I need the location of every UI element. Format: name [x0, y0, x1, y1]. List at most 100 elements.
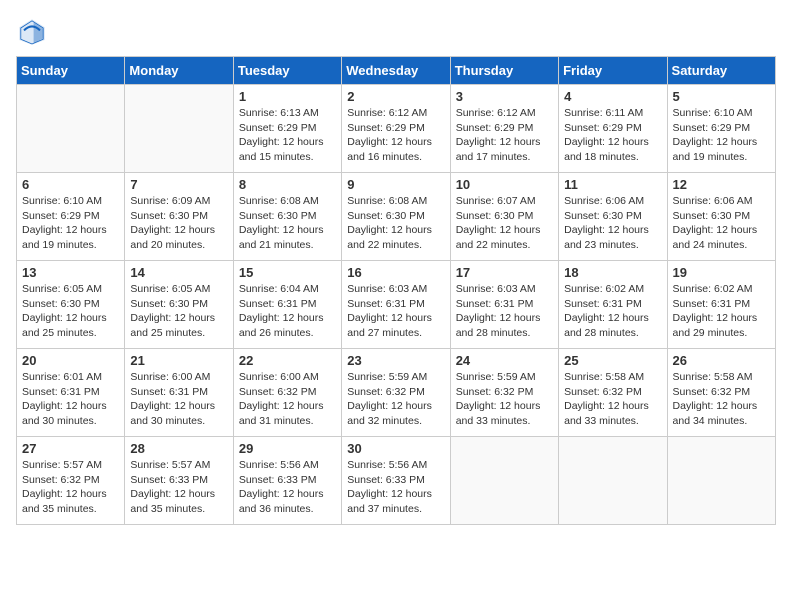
day-number: 24 [456, 353, 553, 368]
day-detail: Sunrise: 5:59 AM Sunset: 6:32 PM Dayligh… [456, 370, 553, 429]
week-row-2: 6 Sunrise: 6:10 AM Sunset: 6:29 PM Daylig… [17, 173, 776, 261]
calendar-cell: 28Sunrise: 5:57 AM Sunset: 6:33 PM Dayli… [125, 437, 233, 525]
day-number: 6 [22, 177, 119, 192]
day-number: 5 [673, 89, 770, 104]
day-detail: Sunrise: 6:06 AM Sunset: 6:30 PM Dayligh… [673, 194, 770, 253]
day-number: 10 [456, 177, 553, 192]
day-number: 17 [456, 265, 553, 280]
calendar-cell: 3 Sunrise: 6:12 AM Sunset: 6:29 PM Daylig… [450, 85, 558, 173]
day-detail: Sunrise: 5:57 AM Sunset: 6:33 PM Dayligh… [130, 458, 227, 517]
day-detail: Sunrise: 6:00 AM Sunset: 6:31 PM Dayligh… [130, 370, 227, 429]
calendar: SundayMondayTuesdayWednesdayThursdayFrid… [16, 56, 776, 525]
day-header-saturday: Saturday [667, 57, 775, 85]
day-detail: Sunrise: 6:12 AM Sunset: 6:29 PM Dayligh… [347, 106, 444, 165]
calendar-cell [450, 437, 558, 525]
calendar-cell: 1 Sunrise: 6:13 AM Sunset: 6:29 PM Daylig… [233, 85, 341, 173]
calendar-cell: 12 Sunrise: 6:06 AM Sunset: 6:30 PM Dayli… [667, 173, 775, 261]
day-header-wednesday: Wednesday [342, 57, 450, 85]
calendar-cell [667, 437, 775, 525]
calendar-cell: 11Sunrise: 6:06 AM Sunset: 6:30 PM Dayli… [559, 173, 667, 261]
day-number: 13 [22, 265, 119, 280]
day-number: 27 [22, 441, 119, 456]
calendar-cell: 4Sunrise: 6:11 AM Sunset: 6:29 PM Daylig… [559, 85, 667, 173]
day-detail: Sunrise: 6:05 AM Sunset: 6:30 PM Dayligh… [22, 282, 119, 341]
day-number: 4 [564, 89, 661, 104]
header [16, 16, 776, 48]
day-header-tuesday: Tuesday [233, 57, 341, 85]
day-detail: Sunrise: 5:58 AM Sunset: 6:32 PM Dayligh… [673, 370, 770, 429]
day-number: 2 [347, 89, 444, 104]
calendar-cell [125, 85, 233, 173]
day-detail: Sunrise: 6:00 AM Sunset: 6:32 PM Dayligh… [239, 370, 336, 429]
day-detail: Sunrise: 6:09 AM Sunset: 6:30 PM Dayligh… [130, 194, 227, 253]
day-detail: Sunrise: 6:13 AM Sunset: 6:29 PM Dayligh… [239, 106, 336, 165]
calendar-cell: 22 Sunrise: 6:00 AM Sunset: 6:32 PM Dayli… [233, 349, 341, 437]
week-row-5: 27 Sunrise: 5:57 AM Sunset: 6:32 PM Dayli… [17, 437, 776, 525]
day-number: 9 [347, 177, 444, 192]
calendar-cell: 14Sunrise: 6:05 AM Sunset: 6:30 PM Dayli… [125, 261, 233, 349]
calendar-cell: 26 Sunrise: 5:58 AM Sunset: 6:32 PM Dayli… [667, 349, 775, 437]
day-header-friday: Friday [559, 57, 667, 85]
day-detail: Sunrise: 6:04 AM Sunset: 6:31 PM Dayligh… [239, 282, 336, 341]
calendar-cell: 15 Sunrise: 6:04 AM Sunset: 6:31 PM Dayli… [233, 261, 341, 349]
calendar-cell: 9 Sunrise: 6:08 AM Sunset: 6:30 PM Daylig… [342, 173, 450, 261]
day-detail: Sunrise: 6:03 AM Sunset: 6:31 PM Dayligh… [347, 282, 444, 341]
day-number: 25 [564, 353, 661, 368]
day-number: 18 [564, 265, 661, 280]
day-number: 8 [239, 177, 336, 192]
day-number: 26 [673, 353, 770, 368]
day-detail: Sunrise: 6:10 AM Sunset: 6:29 PM Dayligh… [22, 194, 119, 253]
calendar-cell: 7Sunrise: 6:09 AM Sunset: 6:30 PM Daylig… [125, 173, 233, 261]
day-header-monday: Monday [125, 57, 233, 85]
day-number: 11 [564, 177, 661, 192]
day-detail: Sunrise: 6:12 AM Sunset: 6:29 PM Dayligh… [456, 106, 553, 165]
calendar-cell: 18 Sunrise: 6:02 AM Sunset: 6:31 PM Dayli… [559, 261, 667, 349]
calendar-cell: 16 Sunrise: 6:03 AM Sunset: 6:31 PM Dayli… [342, 261, 450, 349]
day-number: 22 [239, 353, 336, 368]
calendar-cell: 2 Sunrise: 6:12 AM Sunset: 6:29 PM Daylig… [342, 85, 450, 173]
calendar-cell: 8 Sunrise: 6:08 AM Sunset: 6:30 PM Daylig… [233, 173, 341, 261]
day-number: 29 [239, 441, 336, 456]
calendar-cell: 29 Sunrise: 5:56 AM Sunset: 6:33 PM Dayli… [233, 437, 341, 525]
day-detail: Sunrise: 5:59 AM Sunset: 6:32 PM Dayligh… [347, 370, 444, 429]
day-detail: Sunrise: 6:05 AM Sunset: 6:30 PM Dayligh… [130, 282, 227, 341]
calendar-cell: 17 Sunrise: 6:03 AM Sunset: 6:31 PM Dayli… [450, 261, 558, 349]
day-number: 16 [347, 265, 444, 280]
calendar-cell: 20Sunrise: 6:01 AM Sunset: 6:31 PM Dayli… [17, 349, 125, 437]
week-row-3: 13 Sunrise: 6:05 AM Sunset: 6:30 PM Dayli… [17, 261, 776, 349]
day-number: 12 [673, 177, 770, 192]
day-detail: Sunrise: 6:07 AM Sunset: 6:30 PM Dayligh… [456, 194, 553, 253]
day-detail: Sunrise: 5:56 AM Sunset: 6:33 PM Dayligh… [239, 458, 336, 517]
day-detail: Sunrise: 6:08 AM Sunset: 6:30 PM Dayligh… [239, 194, 336, 253]
calendar-cell: 30 Sunrise: 5:56 AM Sunset: 6:33 PM Dayli… [342, 437, 450, 525]
day-detail: Sunrise: 6:03 AM Sunset: 6:31 PM Dayligh… [456, 282, 553, 341]
day-detail: Sunrise: 6:02 AM Sunset: 6:31 PM Dayligh… [564, 282, 661, 341]
calendar-cell: 24 Sunrise: 5:59 AM Sunset: 6:32 PM Dayli… [450, 349, 558, 437]
day-header-thursday: Thursday [450, 57, 558, 85]
day-number: 19 [673, 265, 770, 280]
calendar-cell: 27 Sunrise: 5:57 AM Sunset: 6:32 PM Dayli… [17, 437, 125, 525]
day-number: 23 [347, 353, 444, 368]
calendar-header-row: SundayMondayTuesdayWednesdayThursdayFrid… [17, 57, 776, 85]
day-detail: Sunrise: 5:56 AM Sunset: 6:33 PM Dayligh… [347, 458, 444, 517]
day-detail: Sunrise: 5:58 AM Sunset: 6:32 PM Dayligh… [564, 370, 661, 429]
day-number: 30 [347, 441, 444, 456]
calendar-cell: 10 Sunrise: 6:07 AM Sunset: 6:30 PM Dayli… [450, 173, 558, 261]
day-detail: Sunrise: 6:02 AM Sunset: 6:31 PM Dayligh… [673, 282, 770, 341]
day-number: 21 [130, 353, 227, 368]
day-number: 15 [239, 265, 336, 280]
day-detail: Sunrise: 5:57 AM Sunset: 6:32 PM Dayligh… [22, 458, 119, 517]
week-row-1: 1 Sunrise: 6:13 AM Sunset: 6:29 PM Daylig… [17, 85, 776, 173]
calendar-cell: 23 Sunrise: 5:59 AM Sunset: 6:32 PM Dayli… [342, 349, 450, 437]
calendar-cell: 19 Sunrise: 6:02 AM Sunset: 6:31 PM Dayli… [667, 261, 775, 349]
week-row-4: 20Sunrise: 6:01 AM Sunset: 6:31 PM Dayli… [17, 349, 776, 437]
logo [16, 16, 52, 48]
day-number: 3 [456, 89, 553, 104]
day-detail: Sunrise: 6:08 AM Sunset: 6:30 PM Dayligh… [347, 194, 444, 253]
calendar-cell: 13 Sunrise: 6:05 AM Sunset: 6:30 PM Dayli… [17, 261, 125, 349]
calendar-cell [559, 437, 667, 525]
day-number: 1 [239, 89, 336, 104]
logo-icon [16, 16, 48, 48]
day-detail: Sunrise: 6:10 AM Sunset: 6:29 PM Dayligh… [673, 106, 770, 165]
day-detail: Sunrise: 6:01 AM Sunset: 6:31 PM Dayligh… [22, 370, 119, 429]
